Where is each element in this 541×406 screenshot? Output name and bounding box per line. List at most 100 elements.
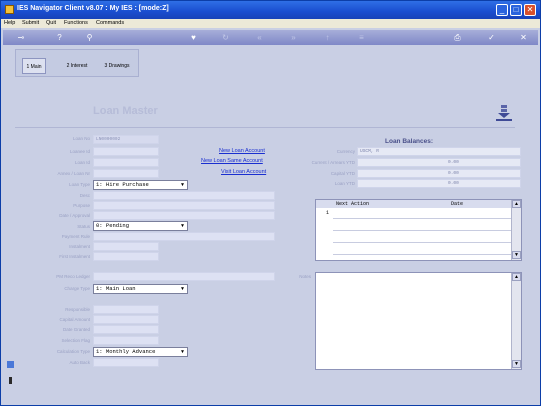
next-action-grid[interactable]: Next Action Date 1 ▲ ▼ <box>315 199 522 261</box>
label-calculation-type: Calculation Type <box>56 349 90 354</box>
toolbar: ⊸ ? ⚲ ♥ ↻ « » ↑ ≡ ⎙ ✓ ✕ <box>3 30 538 45</box>
annex-loan-field[interactable] <box>93 169 159 178</box>
scroll-up-icon[interactable]: ▲ <box>512 200 521 208</box>
label-desc: Desc <box>79 193 90 198</box>
title-bar[interactable]: IES Navigator Client v8.07 : My IES : [m… <box>1 1 540 19</box>
loanee-id-field[interactable] <box>93 147 159 156</box>
close-icon[interactable]: ✕ <box>519 33 528 42</box>
loan-ytd-value: 0.00 <box>357 179 521 188</box>
status-select[interactable]: 0: Pending ▼ <box>93 221 188 231</box>
desc-field[interactable] <box>93 191 275 200</box>
responsible-field[interactable] <box>93 305 159 314</box>
check-icon[interactable]: ✓ <box>487 33 496 42</box>
first-instalment-field[interactable] <box>93 252 159 261</box>
minimize-button[interactable]: _ <box>496 4 508 16</box>
scroll-down-icon[interactable]: ▼ <box>512 251 521 259</box>
label-selection-flag: Selection Flag <box>61 338 90 343</box>
capital-amount-field[interactable] <box>93 315 159 324</box>
close-button[interactable]: ✕ <box>524 4 536 16</box>
tab-interest[interactable]: 2 Interest <box>62 58 92 74</box>
label-charge-type: Charge Type <box>64 286 90 291</box>
menu-commands[interactable]: Commands <box>96 20 124 26</box>
up-icon[interactable]: ↑ <box>323 33 332 42</box>
tab-main[interactable]: 1 Main <box>22 58 46 74</box>
selection-flag-field[interactable] <box>93 336 159 345</box>
scroll-up-icon[interactable]: ▲ <box>512 273 521 281</box>
menu-submit[interactable]: Submit <box>22 20 39 26</box>
loan-id-field[interactable] <box>93 158 159 167</box>
search-icon[interactable]: ⚲ <box>85 33 94 42</box>
list-icon[interactable]: ≡ <box>357 33 366 42</box>
table-row[interactable] <box>333 244 511 255</box>
app-window: IES Navigator Client v8.07 : My IES : [m… <box>0 0 541 406</box>
print-icon[interactable]: ⎙ <box>453 33 462 42</box>
menu-quit[interactable]: Quit <box>46 20 56 26</box>
heart-icon[interactable]: ♥ <box>189 33 198 42</box>
menu-help[interactable]: Help <box>4 20 15 26</box>
status-value: 0: Pending <box>96 222 130 229</box>
pm-reco-ledger-field[interactable] <box>93 272 275 281</box>
grid-header: Next Action Date <box>316 200 511 208</box>
label-loan-type: Loan Type <box>69 182 90 187</box>
date-granted-field[interactable] <box>93 325 159 334</box>
label-current-arrears: Current / Arrears YTD <box>311 160 355 165</box>
calculation-type-value: 1: Monthly Advance <box>96 348 156 355</box>
section-divider <box>15 127 515 128</box>
purpose-field[interactable] <box>93 201 275 210</box>
new-loan-account-link[interactable]: New Loan Account <box>219 148 265 154</box>
label-loanee-id: Loanee Id <box>69 149 90 154</box>
label-capital-amount: Capital Amount <box>59 317 90 322</box>
exclamation-icon[interactable] <box>9 377 12 384</box>
charge-type-select[interactable]: 1: Main Loan ▼ <box>93 284 188 294</box>
grid-scrollbar[interactable]: ▲ ▼ <box>511 200 521 260</box>
label-payment-rule: Payment Rule <box>61 234 90 239</box>
tab-drawings[interactable]: 3 Drawings <box>100 58 134 74</box>
tab-strip: 1 Main 2 Interest 3 Drawings <box>15 49 139 77</box>
notes-textarea[interactable]: ▲ ▼ <box>315 272 522 370</box>
instalment-field[interactable] <box>93 242 159 251</box>
current-arrears-value: 0.00 <box>357 158 521 167</box>
label-capital-ytd: Capital YTD <box>330 171 355 176</box>
label-instalment: Instalment <box>69 244 90 249</box>
table-row[interactable] <box>333 232 511 243</box>
menu-functions[interactable]: Functions <box>64 20 88 26</box>
help-icon[interactable]: ? <box>55 33 64 42</box>
key-icon[interactable]: ⊸ <box>13 33 29 42</box>
refresh-icon[interactable]: ↻ <box>221 33 230 42</box>
currency-value: USCM, R <box>357 147 521 156</box>
label-loan-no: Loan No <box>72 136 90 141</box>
calculation-type-select[interactable]: 1: Monthly Advance ▼ <box>93 347 188 357</box>
chevron-down-icon[interactable]: ▼ <box>179 349 186 356</box>
label-loan-id: Loan Id <box>74 160 90 165</box>
label-first-instalment: First Instalment <box>59 254 90 259</box>
table-row[interactable] <box>333 208 511 219</box>
forward-icon[interactable]: » <box>289 33 298 42</box>
date-approval-field[interactable] <box>93 211 275 220</box>
scroll-down-icon[interactable]: ▼ <box>512 360 521 368</box>
loan-type-select[interactable]: 1: Hire Purchase ▼ <box>93 180 188 190</box>
loan-no-field[interactable]: LN0000002 <box>93 135 159 144</box>
chevron-down-icon[interactable]: ▼ <box>179 286 186 293</box>
table-row[interactable] <box>333 220 511 231</box>
charge-type-value: 1: Main Loan <box>96 285 136 292</box>
grid-header-date: Date <box>451 201 464 207</box>
label-pm-reco-ledger: PM Reco Ledger <box>56 274 90 279</box>
notes-scrollbar[interactable]: ▲ ▼ <box>511 273 521 369</box>
new-loan-same-account-link[interactable]: New Loan Same Account <box>201 158 263 164</box>
window-title: IES Navigator Client v8.07 : My IES : [m… <box>17 5 169 12</box>
menu-bar: Help Submit Quit Functions Commands <box>1 19 540 28</box>
label-loan-ytd: Loan YTD <box>334 181 355 186</box>
chevron-down-icon[interactable]: ▼ <box>179 182 186 189</box>
maximize-button[interactable]: □ <box>510 4 522 16</box>
loan-type-value: 1: Hire Purchase <box>96 181 149 188</box>
rewind-icon[interactable]: « <box>255 33 264 42</box>
info-icon[interactable] <box>7 361 14 368</box>
visit-loan-account-link[interactable]: Visit Loan Account <box>221 169 266 175</box>
payment-rule-field[interactable] <box>93 232 275 241</box>
download-icon[interactable] <box>495 104 513 122</box>
label-purpose: Purpose <box>73 203 90 208</box>
label-currency: Currency <box>336 149 355 154</box>
chevron-down-icon[interactable]: ▼ <box>179 223 186 230</box>
label-annex-loan: Annex / Loan Nr <box>57 171 90 176</box>
auto-back-field[interactable] <box>93 358 159 367</box>
